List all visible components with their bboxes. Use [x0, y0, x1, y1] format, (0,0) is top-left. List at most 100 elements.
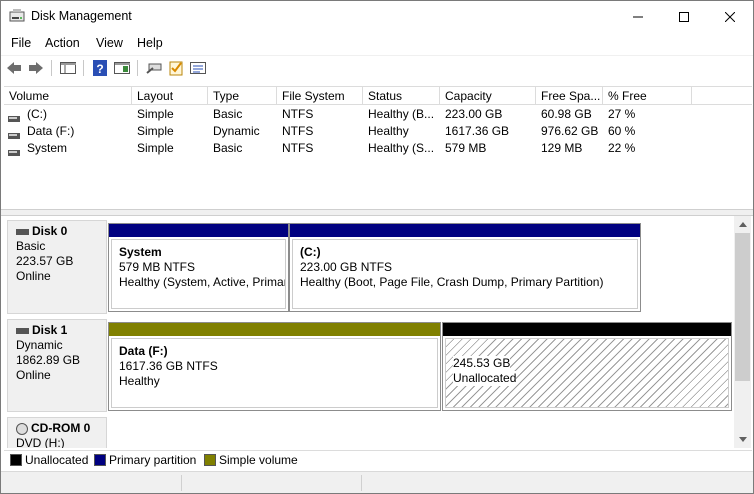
partition-data-f[interactable]: Data (F:) 1617.36 GB NTFS Healthy — [108, 322, 441, 411]
svg-text:?: ? — [96, 62, 103, 76]
partition-size: 223.00 GB NTFS — [300, 260, 393, 274]
column-header-layout[interactable]: Layout — [132, 87, 208, 105]
list-view-icon[interactable] — [189, 59, 207, 77]
cell-percent-free: 22 % — [608, 141, 636, 155]
simple-volume-bar — [109, 323, 440, 336]
forward-arrow-icon[interactable] — [27, 59, 45, 77]
cell-free-space: 60.98 GB — [541, 107, 592, 121]
partition-size: 245.53 GB — [453, 356, 511, 371]
maximize-button[interactable] — [661, 1, 707, 32]
cell-layout: Simple — [137, 124, 174, 138]
column-header-file-system[interactable]: File System — [277, 87, 363, 105]
legend: Unallocated Primary partition Simple vol… — [4, 450, 752, 470]
column-header-status[interactable]: Status — [363, 87, 440, 105]
window-title: Disk Management — [31, 9, 132, 23]
disk-1-state: Online — [16, 368, 51, 382]
legend-swatch-unallocated — [10, 454, 22, 466]
cell-type: Dynamic — [213, 124, 260, 138]
partition-size: 1617.36 GB NTFS — [119, 359, 218, 373]
scroll-thumb[interactable] — [735, 233, 750, 381]
cell-layout: Simple — [137, 141, 174, 155]
menu-bar: File Action View Help — [1, 32, 753, 54]
partition-status: Healthy (Boot, Page File, Crash Dump, Pr… — [300, 275, 604, 289]
column-header-type[interactable]: Type — [208, 87, 277, 105]
cell-status: Healthy (S... — [368, 141, 435, 155]
app-icon — [9, 9, 25, 23]
cell-file-system: NTFS — [282, 141, 314, 155]
unallocated-bar — [443, 323, 731, 336]
partition-system[interactable]: System 579 MB NTFS Healthy (System, Acti… — [108, 223, 289, 312]
menu-view[interactable]: View — [96, 36, 123, 50]
disk-graphical-view: Disk 0 Basic 223.57 GB Online System 579… — [4, 216, 734, 448]
volume-drive-icon — [8, 128, 20, 139]
pane-splitter[interactable] — [1, 209, 753, 216]
cell-volume: (C:) — [27, 107, 47, 121]
minimize-button[interactable] — [615, 1, 661, 32]
disk-1-type: Dynamic — [16, 338, 63, 352]
table-row[interactable]: System Simple Basic NTFS Healthy (S... 5… — [4, 140, 752, 157]
partition-c-drive[interactable]: (C:) 223.00 GB NTFS Healthy (Boot, Page … — [289, 223, 641, 312]
disk-0-size: 223.57 GB — [16, 254, 74, 268]
table-row[interactable]: (C:) Simple Basic NTFS Healthy (B... 223… — [4, 106, 752, 123]
disk-1-size: 1862.89 GB — [16, 353, 81, 367]
connect-icon[interactable] — [145, 59, 163, 77]
status-divider — [361, 475, 362, 491]
volume-list: Volume Layout Type File System Status Ca… — [4, 86, 752, 209]
partition-status: Healthy (System, Active, Primar — [119, 275, 286, 289]
partition-title: System — [119, 245, 162, 259]
partition-title: Data (F:) — [119, 344, 168, 358]
disk-0-state: Online — [16, 269, 51, 283]
disk-drive-icon — [16, 327, 29, 334]
legend-swatch-primary — [94, 454, 106, 466]
cell-volume: System — [27, 141, 68, 155]
cell-free-space: 976.62 GB — [541, 124, 599, 138]
cell-capacity: 579 MB — [445, 141, 487, 155]
title-bar: Disk Management — [1, 1, 753, 32]
column-header-free-space[interactable]: Free Spa... — [536, 87, 603, 105]
cdrom-0-header[interactable]: CD-ROM 0 DVD (H:) — [7, 417, 107, 448]
partition-size: 579 MB NTFS — [119, 260, 196, 274]
scroll-down-arrow-icon[interactable] — [734, 431, 751, 448]
disk-1-name: Disk 1 — [32, 323, 68, 337]
properties-check-icon[interactable] — [167, 59, 185, 77]
cell-status: Healthy (B... — [368, 107, 435, 121]
cdrom-0-type: DVD (H:) — [16, 436, 65, 448]
column-header-volume[interactable]: Volume — [4, 87, 132, 105]
menu-action[interactable]: Action — [45, 36, 80, 50]
partition-unallocated[interactable]: 245.53 GB Unallocated — [442, 322, 732, 411]
primary-partition-bar — [290, 224, 640, 237]
volume-drive-icon — [8, 111, 20, 122]
legend-label-unallocated: Unallocated — [25, 453, 89, 467]
vertical-scrollbar[interactable] — [734, 216, 751, 448]
cell-capacity: 223.00 GB — [445, 107, 503, 121]
disk-0-name: Disk 0 — [32, 224, 68, 238]
help-icon[interactable]: ? — [91, 59, 109, 77]
cell-free-space: 129 MB — [541, 141, 583, 155]
cell-layout: Simple — [137, 107, 174, 121]
menu-help[interactable]: Help — [137, 36, 163, 50]
action-pane-icon[interactable] — [113, 59, 131, 77]
cell-percent-free: 27 % — [608, 107, 636, 121]
column-header-capacity[interactable]: Capacity — [440, 87, 536, 105]
status-bar — [1, 471, 753, 493]
disk-1-header[interactable]: Disk 1 Dynamic 1862.89 GB Online — [7, 319, 107, 412]
cell-capacity: 1617.36 GB — [445, 124, 510, 138]
cell-type: Basic — [213, 107, 243, 121]
disk-management-window: Disk Management File Action View Help ? — [0, 0, 754, 494]
table-row[interactable]: Data (F:) Simple Dynamic NTFS Healthy 16… — [4, 123, 752, 140]
back-arrow-icon[interactable] — [5, 59, 23, 77]
scroll-up-arrow-icon[interactable] — [734, 216, 751, 233]
close-button[interactable] — [707, 1, 753, 32]
status-divider — [181, 475, 182, 491]
menu-file[interactable]: File — [11, 36, 31, 50]
disk-0-header[interactable]: Disk 0 Basic 223.57 GB Online — [7, 220, 107, 314]
toolbar: ? — [1, 55, 753, 80]
cell-file-system: NTFS — [282, 107, 314, 121]
toolbar-separator — [51, 60, 52, 76]
disk-drive-icon — [16, 228, 29, 235]
cd-drive-icon — [16, 422, 28, 435]
legend-label-primary: Primary partition — [109, 453, 197, 467]
console-tree-icon[interactable] — [59, 59, 77, 77]
column-header-percent-free[interactable]: % Free — [603, 87, 692, 105]
cell-type: Basic — [213, 141, 243, 155]
